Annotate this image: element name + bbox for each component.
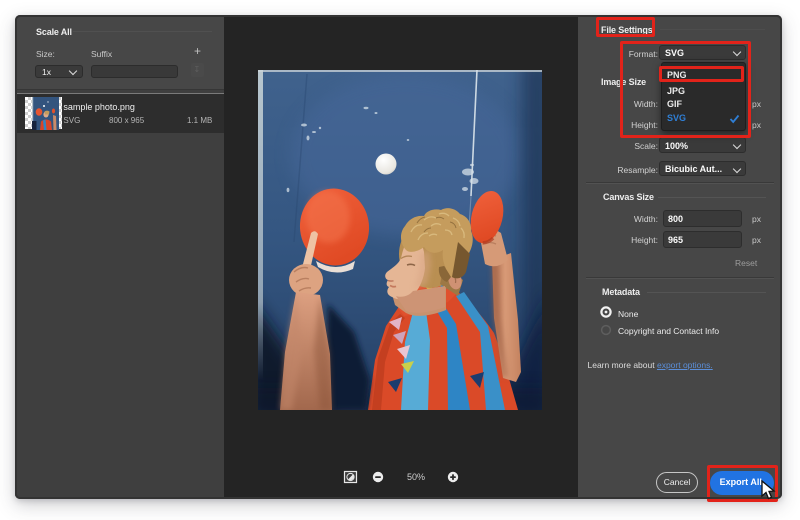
svg-text:50%: 50% — [407, 472, 425, 482]
